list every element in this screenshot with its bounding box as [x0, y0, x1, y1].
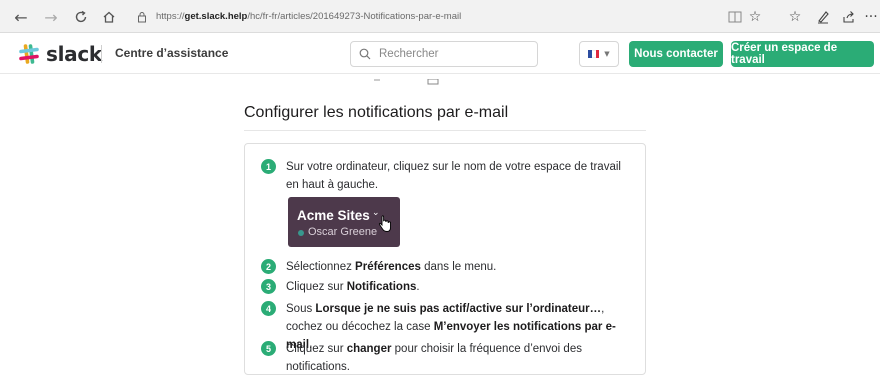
share-icon[interactable]: [838, 6, 860, 28]
back-icon[interactable]: ←: [10, 6, 32, 28]
url-domain: get.slack.help: [184, 11, 248, 22]
step-text: Cliquez sur changer pour choisir la fréq…: [286, 340, 634, 376]
slack-hash-icon: [19, 44, 39, 64]
address-bar[interactable]: https://get.slack.help/hc/fr-fr/articles…: [134, 6, 710, 27]
help-center-link[interactable]: Centre d’assistance: [115, 46, 228, 60]
search-input[interactable]: [379, 48, 529, 60]
step-1: 1 Sur votre ordinateur, cliquez sur le n…: [261, 158, 634, 194]
workspace-name: Acme Sites: [297, 208, 370, 223]
workspace-menu-preview: Acme Sites ⌄ Oscar Greene: [288, 197, 400, 247]
step-text-run: dans le menu.: [420, 261, 497, 273]
url-path: /hc/fr-fr/articles/201649273-Notificatio…: [247, 11, 462, 22]
step-text-bold: Notifications: [346, 281, 417, 293]
step-number: 1: [261, 159, 276, 174]
more-icon[interactable]: ···: [860, 6, 880, 28]
partial-image-fragment: [372, 72, 442, 85]
search-icon: [359, 48, 371, 60]
refresh-icon[interactable]: [70, 6, 92, 28]
step-text-bold: Lorsque je ne suis pas actif/active sur …: [315, 303, 602, 315]
step-number: 3: [261, 279, 276, 294]
step-text: Sélectionnez Préférences dans le menu.: [286, 258, 634, 276]
article-section-title: Configurer les notifications par e-mail: [244, 104, 509, 121]
hand-cursor-icon: [378, 215, 391, 232]
pen-icon[interactable]: [812, 6, 834, 28]
step-5: 5 Cliquez sur changer pour choisir la fr…: [261, 340, 634, 376]
language-selector[interactable]: ▼: [579, 41, 619, 67]
step-text-run: Sélectionnez: [286, 261, 356, 273]
step-text-run: Cliquez sur: [286, 281, 347, 293]
step-text: Sur votre ordinateur, cliquez sur le nom…: [286, 158, 634, 194]
step-number: 4: [261, 301, 276, 316]
lock-icon: [134, 9, 150, 25]
presence-dot-icon: [298, 230, 304, 236]
step-2: 2 Sélectionnez Préférences dans le menu.: [261, 258, 634, 276]
site-header: slack Centre d’assistance ▼ Nous contact…: [0, 34, 880, 74]
header-divider: [101, 45, 102, 63]
step-text-run: Cliquez sur: [286, 343, 347, 355]
step-text-run: Sur votre ordinateur, cliquez sur le nom…: [286, 161, 621, 191]
forward-icon[interactable]: →: [40, 6, 62, 28]
create-workspace-button[interactable]: Créer un espace de travail: [731, 41, 874, 67]
step-text-bold: Préférences: [355, 261, 421, 273]
slack-logo[interactable]: slack: [18, 42, 102, 66]
steps-card: 1 Sur votre ordinateur, cliquez sur le n…: [244, 143, 646, 375]
search-field[interactable]: [350, 41, 538, 67]
logo-text: slack: [46, 42, 102, 66]
reading-view-icon[interactable]: [724, 6, 746, 28]
step-3: 3 Cliquez sur Notifications.: [261, 278, 634, 296]
contact-button[interactable]: Nous contacter: [629, 41, 723, 67]
home-icon[interactable]: [98, 6, 120, 28]
step-number: 5: [261, 341, 276, 356]
step-text-run: Sous: [286, 303, 316, 315]
step-text-run: .: [416, 281, 420, 293]
url-prefix: https://: [156, 11, 185, 22]
french-flag-icon: [588, 50, 600, 58]
title-divider: [244, 130, 646, 131]
step-text: Cliquez sur Notifications.: [286, 278, 634, 296]
favorites-list-icon[interactable]: ☆: [784, 6, 806, 28]
chevron-down-icon: ▼: [604, 50, 610, 58]
step-number: 2: [261, 259, 276, 274]
browser-toolbar: ← → https://get.slack.help/hc/fr-fr/arti…: [0, 0, 880, 33]
favorite-star-icon[interactable]: ☆: [744, 6, 766, 28]
workspace-user: Oscar Greene: [308, 226, 378, 238]
step-text-bold: changer: [346, 343, 392, 355]
